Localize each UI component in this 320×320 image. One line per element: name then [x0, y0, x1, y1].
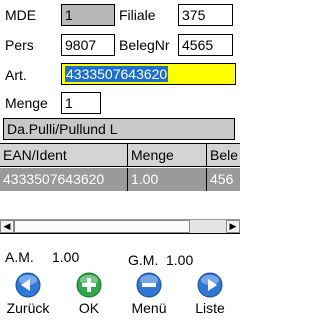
arrow-left-icon	[15, 272, 41, 298]
gm-value: 1.00	[166, 252, 194, 268]
back-button-label: Zurück	[6, 300, 50, 316]
column-header-menge[interactable]: Menge	[128, 144, 207, 167]
table-cell-menge: 1.00	[128, 168, 207, 191]
gm-label: G.M.	[128, 252, 159, 268]
mde-label: MDE	[5, 7, 37, 23]
pers-label: Pers	[5, 37, 34, 53]
menu-minus-icon	[136, 272, 162, 298]
menge-label: Menge	[5, 95, 48, 111]
am-value: 1.00	[52, 249, 80, 265]
column-header-ean[interactable]: EAN/Ident	[0, 144, 128, 167]
article-input[interactable]: 4333507643620	[61, 63, 236, 85]
list-button[interactable]: Liste	[182, 272, 238, 320]
mde-field: 1	[61, 4, 115, 26]
quantity-field[interactable]: 1	[61, 92, 101, 114]
arrow-right-icon	[197, 272, 223, 298]
menu-button-label: Menü	[131, 300, 167, 316]
am-label: A.M.	[5, 249, 34, 265]
column-header-beleg[interactable]: Bele	[207, 144, 240, 167]
scroll-right-icon[interactable]: ▶	[226, 220, 240, 233]
art-label: Art.	[5, 67, 27, 83]
horizontal-scrollbar[interactable]: ◀ ▶	[0, 219, 240, 233]
article-description: Da.Pulli/Pullund L	[3, 118, 235, 140]
table-cell-beleg: 456	[207, 168, 240, 191]
filiale-label: Filiale	[119, 7, 156, 23]
plus-icon	[76, 272, 102, 298]
belegnr-label: BelegNr	[119, 37, 170, 53]
pers-field[interactable]: 9807	[61, 34, 115, 56]
scroll-left-icon[interactable]: ◀	[0, 220, 14, 233]
menu-button[interactable]: Menü	[121, 272, 177, 320]
scrollbar-thumb[interactable]	[14, 220, 190, 233]
list-button-label: Liste	[195, 300, 225, 316]
ok-button-label: OK	[78, 300, 100, 316]
ok-button[interactable]: OK	[61, 272, 117, 320]
belegnr-field[interactable]: 4565	[178, 34, 233, 56]
filiale-field[interactable]: 375	[178, 4, 233, 26]
table-header: EAN/Ident Menge Bele	[0, 144, 240, 167]
back-button[interactable]: Zurück	[0, 272, 56, 320]
table-cell-ean: 4333507643620	[0, 168, 128, 191]
items-table[interactable]: EAN/Ident Menge Bele 4333507643620 1.00 …	[0, 143, 240, 234]
article-value: 4333507643620	[65, 66, 169, 82]
table-row[interactable]: 4333507643620 1.00 456	[0, 168, 240, 191]
